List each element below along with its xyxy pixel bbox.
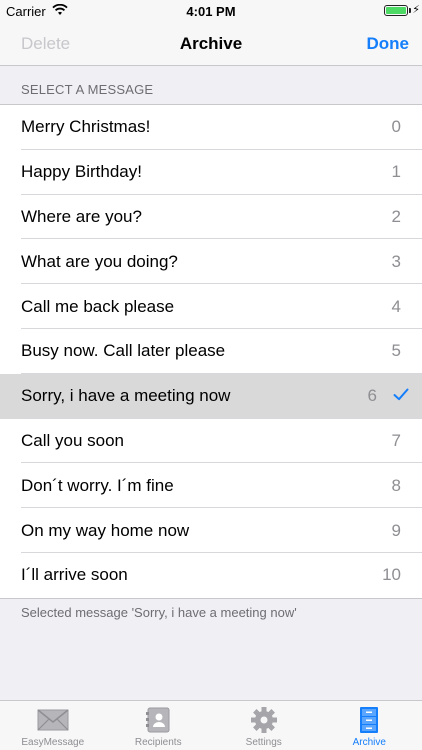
battery-cap (409, 8, 411, 13)
message-row[interactable]: I´ll arrive soon 10 (0, 553, 422, 598)
page-title: Archive (179, 34, 243, 53)
tab-settings[interactable]: Settings (211, 701, 317, 750)
tab-label: EasyMessage (21, 737, 85, 748)
message-row-selected[interactable]: Sorry, i have a meeting now 6 (0, 373, 422, 419)
status-bar: Carrier 4:01 PM ⚡ (0, 0, 422, 22)
message-label: Call you soon (21, 430, 125, 450)
message-label: Sorry, i have a meeting now (21, 386, 231, 406)
message-number: 10 (382, 565, 401, 585)
message-label: On my way home now (21, 520, 190, 540)
message-number: 6 (367, 386, 377, 406)
selected-message-note: Selected message 'Sorry, i have a meetin… (21, 605, 297, 620)
checkmark-icon (393, 386, 409, 406)
tab-recipients[interactable]: Recipients (106, 701, 212, 750)
section-header: SELECT A MESSAGE (21, 82, 154, 97)
message-number: 1 (391, 162, 401, 182)
message-list: Merry Christmas! 0 Happy Birthday! 1 Whe… (0, 104, 422, 599)
message-number: 7 (391, 430, 401, 450)
message-row[interactable]: Where are you? 2 (0, 195, 422, 240)
message-label: Busy now. Call later please (21, 341, 226, 361)
message-number: 3 (391, 251, 401, 271)
message-row[interactable]: Call you soon 7 (0, 419, 422, 464)
contacts-book-icon (142, 707, 174, 733)
message-label: Happy Birthday! (21, 162, 142, 182)
tab-label: Archive (352, 737, 386, 748)
done-button[interactable]: Done (367, 34, 410, 54)
battery-icon (384, 5, 408, 16)
status-time: 4:01 PM (186, 4, 236, 19)
message-number: 5 (391, 341, 401, 361)
message-row[interactable]: Busy now. Call later please 5 (0, 329, 422, 374)
message-row[interactable]: Call me back please 4 (0, 284, 422, 329)
message-number: 8 (391, 475, 401, 495)
tab-label: Recipients (134, 737, 182, 748)
message-label: What are you doing? (21, 251, 178, 271)
message-number: 0 (391, 117, 401, 137)
message-label: Don´t worry. I´m fine (21, 475, 174, 495)
gear-icon (248, 707, 280, 733)
message-label: Call me back please (21, 296, 175, 316)
file-cabinet-icon (353, 707, 385, 733)
message-row[interactable]: Happy Birthday! 1 (0, 150, 422, 195)
tab-easymessage[interactable]: EasyMessage (0, 701, 106, 750)
message-row[interactable]: Don´t worry. I´m fine 8 (0, 463, 422, 508)
tab-archive[interactable]: Archive (317, 701, 422, 750)
navigation-bar: Delete Archive Done (0, 22, 422, 66)
charging-bolt-icon: ⚡ (412, 4, 420, 16)
message-row[interactable]: What are you doing? 3 (0, 239, 422, 284)
message-row[interactable]: Merry Christmas! 0 (0, 105, 422, 150)
message-label: I´ll arrive soon (21, 565, 128, 585)
message-number: 4 (391, 296, 401, 316)
tab-label: Settings (245, 737, 282, 748)
message-label: Merry Christmas! (21, 117, 151, 137)
tab-bar: EasyMessage Recipients Settings Archive (0, 700, 422, 750)
message-number: 2 (391, 206, 401, 226)
envelope-icon (37, 707, 69, 733)
message-label: Where are you? (21, 206, 142, 226)
message-number: 9 (391, 520, 401, 540)
message-row[interactable]: On my way home now 9 (0, 508, 422, 553)
